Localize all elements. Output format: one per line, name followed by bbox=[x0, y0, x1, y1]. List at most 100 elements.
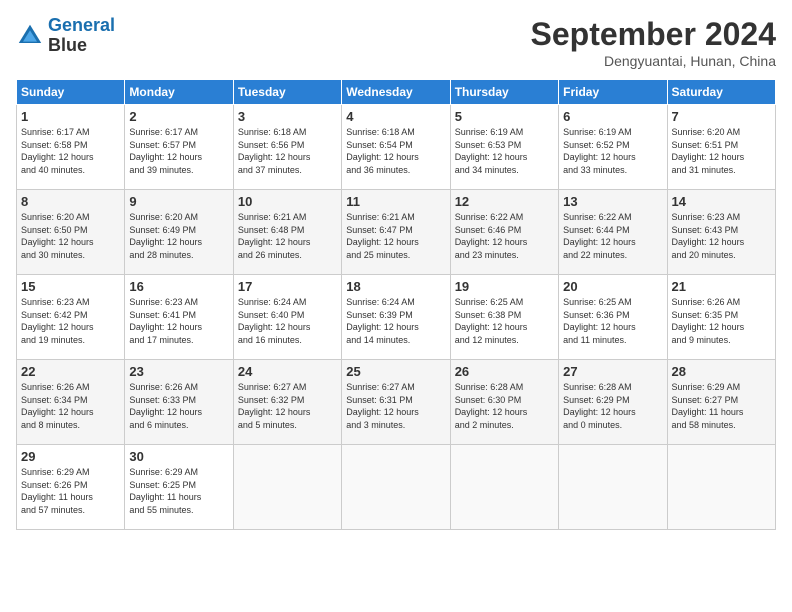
header-row: Sunday Monday Tuesday Wednesday Thursday… bbox=[17, 80, 776, 105]
day-info: Sunrise: 6:27 AM Sunset: 6:32 PM Dayligh… bbox=[238, 381, 337, 431]
day-info: Sunrise: 6:28 AM Sunset: 6:29 PM Dayligh… bbox=[563, 381, 662, 431]
day-number: 8 bbox=[21, 194, 120, 209]
table-row bbox=[667, 445, 775, 530]
table-row: 6 Sunrise: 6:19 AM Sunset: 6:52 PM Daylig… bbox=[559, 105, 667, 190]
table-row: 26Sunrise: 6:28 AM Sunset: 6:30 PM Dayli… bbox=[450, 360, 558, 445]
col-tuesday: Tuesday bbox=[233, 80, 341, 105]
day-number: 1 bbox=[21, 109, 120, 124]
day-info: Sunrise: 6:25 AM Sunset: 6:38 PM Dayligh… bbox=[455, 296, 554, 346]
day-number: 28 bbox=[672, 364, 771, 379]
logo: General Blue bbox=[16, 16, 115, 56]
day-info: Sunrise: 6:26 AM Sunset: 6:34 PM Dayligh… bbox=[21, 381, 120, 431]
table-row: 10 Sunrise: 6:21 AM Sunset: 6:48 PM Dayli… bbox=[233, 190, 341, 275]
day-info: Sunrise: 6:26 AM Sunset: 6:35 PM Dayligh… bbox=[672, 296, 771, 346]
week-row: 22 Sunrise: 6:26 AM Sunset: 6:34 PM Dayli… bbox=[17, 360, 776, 445]
day-number: 3 bbox=[238, 109, 337, 124]
day-number: 16 bbox=[129, 279, 228, 294]
day-number: 9 bbox=[129, 194, 228, 209]
day-number: 11 bbox=[346, 194, 445, 209]
day-info: Sunrise: 6:29 AM Sunset: 6:26 PM Dayligh… bbox=[21, 466, 120, 516]
col-sunday: Sunday bbox=[17, 80, 125, 105]
day-info: Sunrise: 6:23 AM Sunset: 6:42 PM Dayligh… bbox=[21, 296, 120, 346]
week-row: 15 Sunrise: 6:23 AM Sunset: 6:42 PM Dayli… bbox=[17, 275, 776, 360]
table-row: 3Sunrise: 6:18 AM Sunset: 6:56 PM Daylig… bbox=[233, 105, 341, 190]
day-number: 19 bbox=[455, 279, 554, 294]
table-row: 14 Sunrise: 6:23 AM Sunset: 6:43 PM Dayli… bbox=[667, 190, 775, 275]
table-row bbox=[559, 445, 667, 530]
week-row: 1Sunrise: 6:17 AM Sunset: 6:58 PM Daylig… bbox=[17, 105, 776, 190]
day-number: 6 bbox=[563, 109, 662, 124]
day-number: 13 bbox=[563, 194, 662, 209]
day-number: 22 bbox=[21, 364, 120, 379]
col-friday: Friday bbox=[559, 80, 667, 105]
day-info: Sunrise: 6:20 AM Sunset: 6:50 PM Dayligh… bbox=[21, 211, 120, 261]
location: Dengyuantai, Hunan, China bbox=[531, 53, 776, 69]
day-number: 5 bbox=[455, 109, 554, 124]
day-info: Sunrise: 6:19 AM Sunset: 6:52 PM Dayligh… bbox=[563, 126, 662, 176]
table-row: 25Sunrise: 6:27 AM Sunset: 6:31 PM Dayli… bbox=[342, 360, 450, 445]
table-row: 8 Sunrise: 6:20 AM Sunset: 6:50 PM Daylig… bbox=[17, 190, 125, 275]
day-number: 15 bbox=[21, 279, 120, 294]
day-number: 4 bbox=[346, 109, 445, 124]
day-info: Sunrise: 6:18 AM Sunset: 6:54 PM Dayligh… bbox=[346, 126, 445, 176]
week-row: 8 Sunrise: 6:20 AM Sunset: 6:50 PM Daylig… bbox=[17, 190, 776, 275]
table-row: 5 Sunrise: 6:19 AM Sunset: 6:53 PM Daylig… bbox=[450, 105, 558, 190]
table-row: 18 Sunrise: 6:24 AM Sunset: 6:39 PM Dayli… bbox=[342, 275, 450, 360]
day-number: 18 bbox=[346, 279, 445, 294]
table-row: 30 Sunrise: 6:29 AM Sunset: 6:25 PM Dayli… bbox=[125, 445, 233, 530]
day-number: 10 bbox=[238, 194, 337, 209]
day-number: 24 bbox=[238, 364, 337, 379]
day-info: Sunrise: 6:21 AM Sunset: 6:48 PM Dayligh… bbox=[238, 211, 337, 261]
table-row: 21 Sunrise: 6:26 AM Sunset: 6:35 PM Dayli… bbox=[667, 275, 775, 360]
table-row: 12Sunrise: 6:22 AM Sunset: 6:46 PM Dayli… bbox=[450, 190, 558, 275]
table-row: 20 Sunrise: 6:25 AM Sunset: 6:36 PM Dayli… bbox=[559, 275, 667, 360]
col-monday: Monday bbox=[125, 80, 233, 105]
col-wednesday: Wednesday bbox=[342, 80, 450, 105]
table-row: 27 Sunrise: 6:28 AM Sunset: 6:29 PM Dayli… bbox=[559, 360, 667, 445]
header: General Blue September 2024 Dengyuantai,… bbox=[16, 16, 776, 69]
day-number: 29 bbox=[21, 449, 120, 464]
day-info: Sunrise: 6:23 AM Sunset: 6:43 PM Dayligh… bbox=[672, 211, 771, 261]
day-number: 7 bbox=[672, 109, 771, 124]
table-row: 7 Sunrise: 6:20 AM Sunset: 6:51 PM Daylig… bbox=[667, 105, 775, 190]
table-row: 4 Sunrise: 6:18 AM Sunset: 6:54 PM Daylig… bbox=[342, 105, 450, 190]
day-info: Sunrise: 6:24 AM Sunset: 6:40 PM Dayligh… bbox=[238, 296, 337, 346]
day-number: 30 bbox=[129, 449, 228, 464]
table-row: 2 Sunrise: 6:17 AM Sunset: 6:57 PM Daylig… bbox=[125, 105, 233, 190]
table-row bbox=[233, 445, 341, 530]
day-number: 14 bbox=[672, 194, 771, 209]
day-number: 2 bbox=[129, 109, 228, 124]
week-row: 29 Sunrise: 6:29 AM Sunset: 6:26 PM Dayli… bbox=[17, 445, 776, 530]
logo-text: General Blue bbox=[48, 16, 115, 56]
title-block: September 2024 Dengyuantai, Hunan, China bbox=[531, 16, 776, 69]
day-info: Sunrise: 6:17 AM Sunset: 6:57 PM Dayligh… bbox=[129, 126, 228, 176]
table-row: 17 Sunrise: 6:24 AM Sunset: 6:40 PM Dayli… bbox=[233, 275, 341, 360]
table-row: 1Sunrise: 6:17 AM Sunset: 6:58 PM Daylig… bbox=[17, 105, 125, 190]
day-info: Sunrise: 6:26 AM Sunset: 6:33 PM Dayligh… bbox=[129, 381, 228, 431]
table-row: 24 Sunrise: 6:27 AM Sunset: 6:32 PM Dayli… bbox=[233, 360, 341, 445]
calendar-table: Sunday Monday Tuesday Wednesday Thursday… bbox=[16, 79, 776, 530]
month-title: September 2024 bbox=[531, 16, 776, 53]
day-info: Sunrise: 6:24 AM Sunset: 6:39 PM Dayligh… bbox=[346, 296, 445, 346]
logo-icon bbox=[16, 22, 44, 50]
day-info: Sunrise: 6:25 AM Sunset: 6:36 PM Dayligh… bbox=[563, 296, 662, 346]
calendar-page: General Blue September 2024 Dengyuantai,… bbox=[0, 0, 792, 612]
day-info: Sunrise: 6:20 AM Sunset: 6:49 PM Dayligh… bbox=[129, 211, 228, 261]
day-info: Sunrise: 6:22 AM Sunset: 6:44 PM Dayligh… bbox=[563, 211, 662, 261]
day-number: 27 bbox=[563, 364, 662, 379]
day-number: 21 bbox=[672, 279, 771, 294]
day-info: Sunrise: 6:20 AM Sunset: 6:51 PM Dayligh… bbox=[672, 126, 771, 176]
table-row: 15 Sunrise: 6:23 AM Sunset: 6:42 PM Dayli… bbox=[17, 275, 125, 360]
table-row bbox=[342, 445, 450, 530]
day-number: 20 bbox=[563, 279, 662, 294]
day-number: 12 bbox=[455, 194, 554, 209]
col-thursday: Thursday bbox=[450, 80, 558, 105]
day-info: Sunrise: 6:21 AM Sunset: 6:47 PM Dayligh… bbox=[346, 211, 445, 261]
day-info: Sunrise: 6:29 AM Sunset: 6:25 PM Dayligh… bbox=[129, 466, 228, 516]
day-info: Sunrise: 6:29 AM Sunset: 6:27 PM Dayligh… bbox=[672, 381, 771, 431]
day-number: 17 bbox=[238, 279, 337, 294]
day-number: 25 bbox=[346, 364, 445, 379]
table-row: 23Sunrise: 6:26 AM Sunset: 6:33 PM Dayli… bbox=[125, 360, 233, 445]
day-info: Sunrise: 6:19 AM Sunset: 6:53 PM Dayligh… bbox=[455, 126, 554, 176]
table-row: 9 Sunrise: 6:20 AM Sunset: 6:49 PM Daylig… bbox=[125, 190, 233, 275]
